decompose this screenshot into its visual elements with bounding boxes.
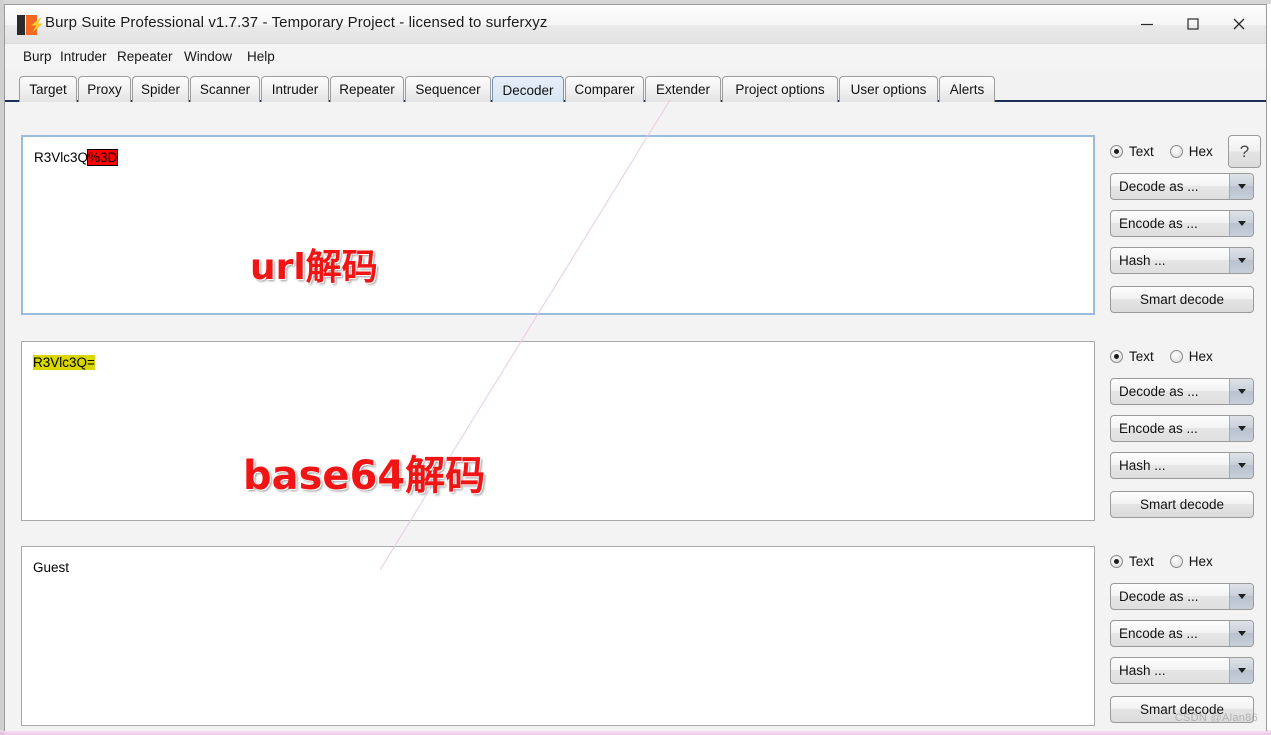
decode-as-dropdown-3[interactable]: Decode as ... (1110, 583, 1254, 610)
close-icon[interactable] (1216, 7, 1262, 40)
tab-project-options[interactable]: Project options (722, 76, 838, 102)
tab-comparer[interactable]: Comparer (565, 76, 644, 102)
tab-spider[interactable]: Spider (132, 76, 189, 102)
hash-dropdown-label-2: Hash ... (1119, 458, 1166, 473)
chevron-down-icon[interactable] (1229, 658, 1253, 683)
view-mode-radio-group-3: Text Hex (1110, 551, 1229, 571)
tab-proxy[interactable]: Proxy (78, 76, 131, 102)
menu-item-help[interactable]: Help (243, 48, 279, 65)
editor-highlighted-text-2: R3Vlc3Q= (33, 355, 95, 370)
radio-hex-1[interactable] (1169, 144, 1183, 158)
radio-label-hex-3[interactable]: Hex (1189, 554, 1213, 569)
hash-dropdown-label-3: Hash ... (1119, 663, 1166, 678)
smart-decode-button-2[interactable]: Smart decode (1110, 491, 1254, 518)
tab-intruder[interactable]: Intruder (261, 76, 329, 102)
decode-as-dropdown-label-3: Decode as ... (1119, 589, 1199, 604)
radio-label-text-2[interactable]: Text (1129, 349, 1154, 364)
radio-label-hex-1[interactable]: Hex (1189, 144, 1213, 159)
decode-as-dropdown-label-2: Decode as ... (1119, 384, 1199, 399)
tab-decoder[interactable]: Decoder (492, 76, 564, 103)
radio-text-2[interactable] (1110, 349, 1123, 363)
view-mode-radio-group-2: Text Hex (1110, 346, 1229, 366)
tab-repeater[interactable]: Repeater (330, 76, 404, 102)
hash-dropdown-3[interactable]: Hash ... (1110, 657, 1254, 684)
decoder-editor-3[interactable]: Guest (21, 546, 1095, 726)
encode-as-dropdown-3[interactable]: Encode as ... (1110, 620, 1254, 647)
screen-root: ⚡ Burp Suite Professional v1.7.37 - Temp… (0, 0, 1271, 735)
watermark: CSDN @Alan86 (1174, 712, 1258, 724)
menu-bar: Burp Intruder Repeater Window Help (5, 44, 1266, 69)
window-controls (1124, 7, 1262, 40)
decoder-content: R3Vlc3Q%3D Text Hex? Decode as ... Encode as… (5, 102, 1266, 731)
encode-as-dropdown-label-3: Encode as ... (1119, 626, 1198, 641)
radio-text-3[interactable] (1110, 554, 1123, 568)
chevron-down-icon[interactable] (1229, 211, 1253, 236)
decode-as-dropdown-1[interactable]: Decode as ... (1110, 173, 1254, 200)
radio-hex-3[interactable] (1169, 554, 1183, 568)
radio-text-1[interactable] (1110, 144, 1123, 158)
tab-extender[interactable]: Extender (645, 76, 721, 102)
maximize-icon[interactable] (1170, 7, 1216, 40)
tab-scanner[interactable]: Scanner (190, 76, 260, 102)
hash-dropdown-label-1: Hash ... (1119, 253, 1166, 268)
decoder-editor-text-2: R3Vlc3Q= (33, 354, 95, 371)
menu-item-burp[interactable]: Burp (19, 48, 56, 65)
editor-plain-text-3: Guest (33, 560, 70, 575)
view-mode-radio-group-1: Text Hex (1110, 141, 1229, 161)
hash-dropdown-2[interactable]: Hash ... (1110, 452, 1254, 479)
menu-item-window[interactable]: Window (180, 48, 236, 65)
decoder-controls-3: Text Hex Decode as ... Encode as ... Hash ..… (1110, 551, 1260, 735)
burp-icon: ⚡ (17, 15, 45, 35)
decoder-controls-2: Text Hex Decode as ... Encode as ... Hash ..… (1110, 346, 1260, 536)
editor-highlighted-text-1: %3D (87, 149, 119, 166)
radio-label-hex-2[interactable]: Hex (1189, 349, 1213, 364)
tab-alerts[interactable]: Alerts (939, 76, 995, 102)
decoder-editor-text-1: R3Vlc3Q%3D (34, 149, 119, 166)
decoder-controls-1: Text Hex? Decode as ... Encode as ... Hash .… (1110, 135, 1261, 331)
decoder-editor-2[interactable]: R3Vlc3Q= (21, 341, 1095, 521)
encode-as-dropdown-1[interactable]: Encode as ... (1110, 210, 1254, 237)
minimize-icon[interactable] (1124, 7, 1170, 40)
encode-as-dropdown-2[interactable]: Encode as ... (1110, 415, 1254, 442)
burp-suite-window: ⚡ Burp Suite Professional v1.7.37 - Temp… (4, 4, 1267, 731)
chevron-down-icon[interactable] (1229, 174, 1253, 199)
title-bar: ⚡ Burp Suite Professional v1.7.37 - Temp… (5, 5, 1266, 44)
chevron-down-icon[interactable] (1229, 379, 1253, 404)
radio-label-text-3[interactable]: Text (1129, 554, 1154, 569)
help-button[interactable]: ? (1228, 135, 1261, 168)
window-title: Burp Suite Professional v1.7.37 - Tempor… (45, 14, 548, 31)
tab-target[interactable]: Target (19, 76, 77, 102)
editor-plain-text-1: R3Vlc3Q (34, 150, 89, 165)
radio-label-text-1[interactable]: Text (1129, 144, 1154, 159)
decode-as-dropdown-2[interactable]: Decode as ... (1110, 378, 1254, 405)
chevron-down-icon[interactable] (1229, 621, 1253, 646)
menu-item-intruder[interactable]: Intruder (56, 48, 111, 65)
tab-sequencer[interactable]: Sequencer (405, 76, 491, 102)
menu-item-repeater[interactable]: Repeater (113, 48, 177, 65)
decoder-editor-text-3: Guest (33, 559, 69, 576)
tab-user-options[interactable]: User options (839, 76, 938, 102)
smart-decode-button-1[interactable]: Smart decode (1110, 286, 1254, 313)
main-tab-strip: Target Proxy Spider Scanner Intruder Repeater… (5, 70, 1266, 103)
hash-dropdown-1[interactable]: Hash ... (1110, 247, 1254, 274)
chevron-down-icon[interactable] (1229, 584, 1253, 609)
radio-hex-2[interactable] (1169, 349, 1183, 363)
decode-as-dropdown-label-1: Decode as ... (1119, 179, 1199, 194)
chevron-down-icon[interactable] (1229, 453, 1253, 478)
chevron-down-icon[interactable] (1229, 416, 1253, 441)
encode-as-dropdown-label-1: Encode as ... (1119, 216, 1198, 231)
decoder-editor-1[interactable]: R3Vlc3Q%3D (21, 135, 1095, 315)
chevron-down-icon[interactable] (1229, 248, 1253, 273)
encode-as-dropdown-label-2: Encode as ... (1119, 421, 1198, 436)
